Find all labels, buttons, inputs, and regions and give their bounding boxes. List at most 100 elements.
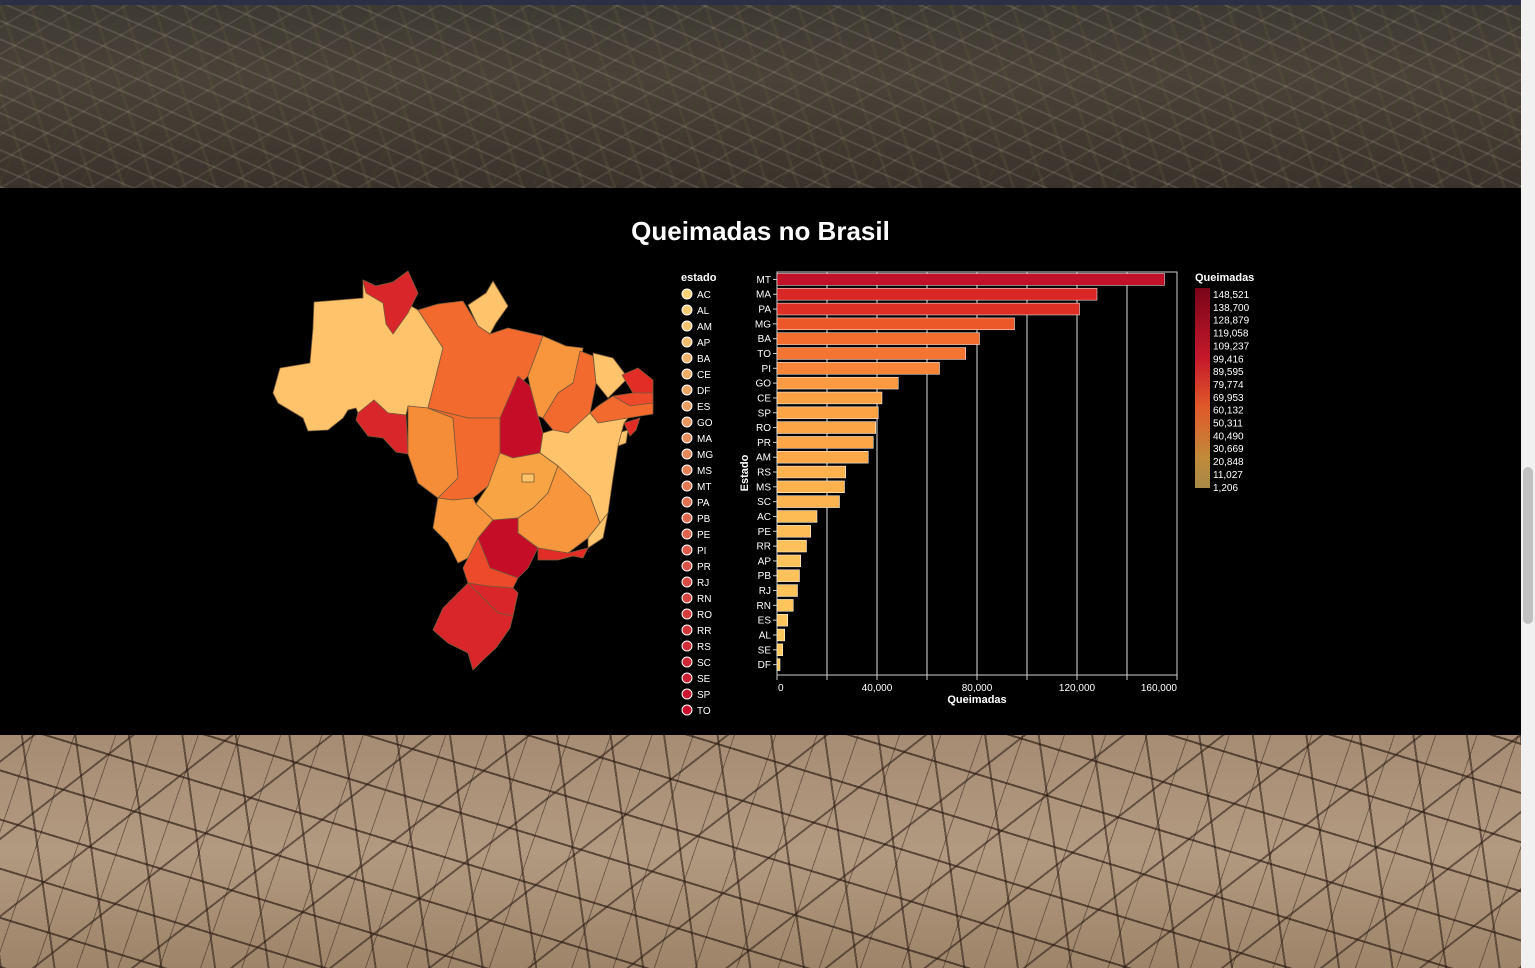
legend-symbol-ba[interactable]: [681, 352, 693, 364]
legend-symbol-mt[interactable]: [681, 480, 693, 492]
legend-label-rn[interactable]: RN: [697, 594, 711, 605]
legend-symbol-ap[interactable]: [681, 336, 693, 348]
color-legend: Queimadas 148,521 138,700 128,879 119,05810…: [1195, 272, 1254, 494]
legend-label-am[interactable]: AM: [697, 322, 712, 333]
legend-label-ms[interactable]: MS: [697, 466, 712, 477]
color-scale-bar: [1195, 288, 1210, 488]
bar-pr[interactable]: [776, 436, 874, 449]
legend-symbol-ma[interactable]: [681, 432, 693, 444]
legend-label-pa[interactable]: PA: [697, 498, 710, 509]
bar-ac[interactable]: [776, 510, 818, 523]
legend-symbol-rj[interactable]: [681, 576, 693, 588]
y-tick-label-mg: MG: [755, 319, 771, 330]
legend-label-rs[interactable]: RS: [697, 642, 711, 653]
y-tick-label-rr: RR: [757, 542, 771, 553]
bar-ms[interactable]: [776, 480, 845, 494]
legend-label-es[interactable]: ES: [697, 402, 711, 413]
legend-label-al[interactable]: AL: [697, 306, 710, 317]
color-legend-label: 128,879: [1213, 316, 1250, 327]
map-region-rn[interactable]: [621, 367, 654, 394]
legend-label-ro[interactable]: RO: [697, 610, 712, 621]
bar-pb[interactable]: [776, 569, 800, 582]
legend-symbol-pa[interactable]: [681, 496, 693, 508]
legend-label-se[interactable]: SE: [697, 674, 711, 685]
legend-label-mg[interactable]: MG: [697, 450, 713, 461]
bar-am[interactable]: [776, 451, 869, 464]
legend-symbol-go[interactable]: [681, 416, 693, 428]
legend-label-sp[interactable]: SP: [697, 690, 711, 701]
legend-symbol-pi[interactable]: [681, 544, 693, 556]
legend-symbol-pr[interactable]: [681, 560, 693, 572]
legend-symbol-ms[interactable]: [681, 464, 693, 476]
bar-sp[interactable]: [776, 406, 879, 419]
legend-label-pe[interactable]: PE: [697, 530, 711, 541]
legend-label-ma[interactable]: MA: [697, 434, 712, 445]
legend-label-rr[interactable]: RR: [697, 626, 711, 637]
legend-symbol-mg[interactable]: [681, 448, 693, 460]
legend-symbol-sc[interactable]: [681, 656, 693, 668]
bar-ba[interactable]: [776, 332, 980, 345]
state-legend-title: estado: [681, 272, 717, 284]
legend-symbol-pe[interactable]: [681, 528, 693, 540]
legend-symbol-rn[interactable]: [681, 592, 693, 604]
bar-to[interactable]: [776, 347, 966, 360]
x-axis-title: Queimadas: [947, 694, 1006, 706]
bar-mg[interactable]: [776, 317, 1015, 331]
legend-symbol-to[interactable]: [681, 704, 693, 716]
bar-ma[interactable]: [776, 288, 1098, 301]
bar-pa[interactable]: [776, 302, 1080, 316]
bar-ce[interactable]: [776, 391, 883, 405]
forest-debris-banner: [0, 5, 1521, 188]
bar-rn[interactable]: [776, 599, 794, 612]
bar-go[interactable]: [776, 376, 899, 390]
legend-symbol-sp[interactable]: [681, 688, 693, 700]
legend-symbol-rr[interactable]: [681, 624, 693, 636]
legend-label-to[interactable]: TO: [697, 706, 711, 717]
y-tick-label-to: TO: [757, 349, 771, 360]
legend-symbol-ro[interactable]: [681, 608, 693, 620]
legend-symbol-es[interactable]: [681, 400, 693, 412]
bar-mt[interactable]: [776, 273, 1165, 286]
map-region-df[interactable]: [521, 473, 535, 483]
bar-al[interactable]: [776, 628, 785, 642]
legend-symbol-pb[interactable]: [681, 512, 693, 524]
legend-label-ap[interactable]: AP: [697, 338, 711, 349]
y-tick-label-rs: RS: [757, 468, 771, 479]
bar-pi[interactable]: [776, 362, 940, 375]
legend-label-pr[interactable]: PR: [697, 562, 711, 573]
legend-label-rj[interactable]: RJ: [697, 578, 709, 589]
legend-label-ac[interactable]: AC: [697, 290, 711, 301]
legend-symbol-ac[interactable]: [681, 288, 693, 300]
legend-label-pi[interactable]: PI: [697, 546, 706, 557]
bar-es[interactable]: [776, 614, 788, 627]
y-tick-label-ro: RO: [756, 423, 771, 434]
color-legend-label: 50,311: [1213, 419, 1243, 430]
bar-sc[interactable]: [776, 495, 840, 508]
legend-symbol-rs[interactable]: [681, 640, 693, 652]
legend-label-df[interactable]: DF: [697, 386, 710, 397]
bar-rj[interactable]: [776, 584, 798, 597]
legend-label-ba[interactable]: BA: [697, 354, 711, 365]
bar-pe[interactable]: [776, 525, 811, 538]
y-tick-label-ba: BA: [758, 334, 772, 345]
legend-symbol-am[interactable]: [681, 320, 693, 332]
legend-symbol-df[interactable]: [681, 384, 693, 396]
scrollbar-thumb[interactable]: [1523, 467, 1533, 624]
legend-label-go[interactable]: GO: [697, 418, 713, 429]
y-tick-label-mt: MT: [757, 275, 771, 286]
bar-ap[interactable]: [776, 554, 801, 568]
legend-symbol-ce[interactable]: [681, 368, 693, 380]
legend-label-pb[interactable]: PB: [697, 514, 711, 525]
bar-rr[interactable]: [776, 539, 807, 553]
legend-symbol-se[interactable]: [681, 672, 693, 684]
bar-se[interactable]: [776, 643, 783, 656]
bar-ro[interactable]: [776, 421, 876, 434]
bar-df[interactable]: [776, 658, 781, 671]
legend-symbol-al[interactable]: [681, 304, 693, 316]
legend-label-mt[interactable]: MT: [697, 482, 711, 493]
map-region-ro[interactable]: [407, 405, 459, 499]
legend-label-ce[interactable]: CE: [697, 370, 711, 381]
legend-label-sc[interactable]: SC: [697, 658, 711, 669]
bar-rs[interactable]: [776, 465, 846, 479]
x-tick-label: 120,000: [1059, 683, 1096, 694]
